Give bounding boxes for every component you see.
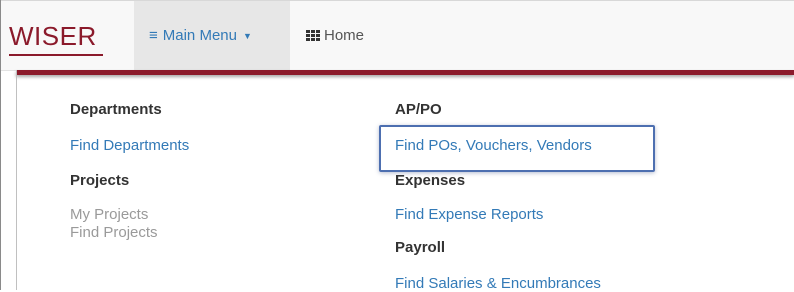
home-label: Home	[324, 27, 365, 44]
main-menu-button[interactable]: ≡ Main Menu ▼	[134, 1, 290, 70]
menu-item-find-departments[interactable]: Find Departments	[70, 138, 189, 153]
menu-item-find-projects[interactable]: Find Projects	[70, 225, 158, 240]
caret-down-icon: ▼	[242, 30, 252, 41]
menu-heading-departments: Departments	[70, 101, 162, 118]
grid-icon	[306, 30, 320, 41]
menu-heading-expenses: Expenses	[395, 172, 466, 189]
home-link[interactable]: Home	[306, 1, 364, 70]
menu-item-find-salaries-encumbrances[interactable]: Find Salaries & Encumbrances	[395, 276, 601, 291]
menu-item-find-expense-reports[interactable]: Find Expense Reports	[395, 207, 543, 222]
menu-heading-payroll: Payroll	[395, 239, 446, 256]
menu-heading-ap-po: AP/PO	[395, 101, 442, 118]
menu-item-find-pos-vouchers-vendors[interactable]: Find POs, Vouchers, Vendors	[395, 138, 592, 153]
brand-underline	[9, 54, 103, 56]
menu-item-my-projects[interactable]: My Projects	[70, 207, 148, 222]
dropdown-menu-top-band	[16, 70, 794, 75]
menu-heading-projects: Projects	[70, 172, 130, 189]
main-menu-label: Main Menu	[162, 27, 237, 44]
navbar: WISER	[1, 1, 794, 71]
brand-logo[interactable]: WISER	[9, 23, 97, 49]
dropdown-menu-left-edge	[16, 70, 17, 290]
hamburger-icon: ≡	[149, 27, 158, 44]
